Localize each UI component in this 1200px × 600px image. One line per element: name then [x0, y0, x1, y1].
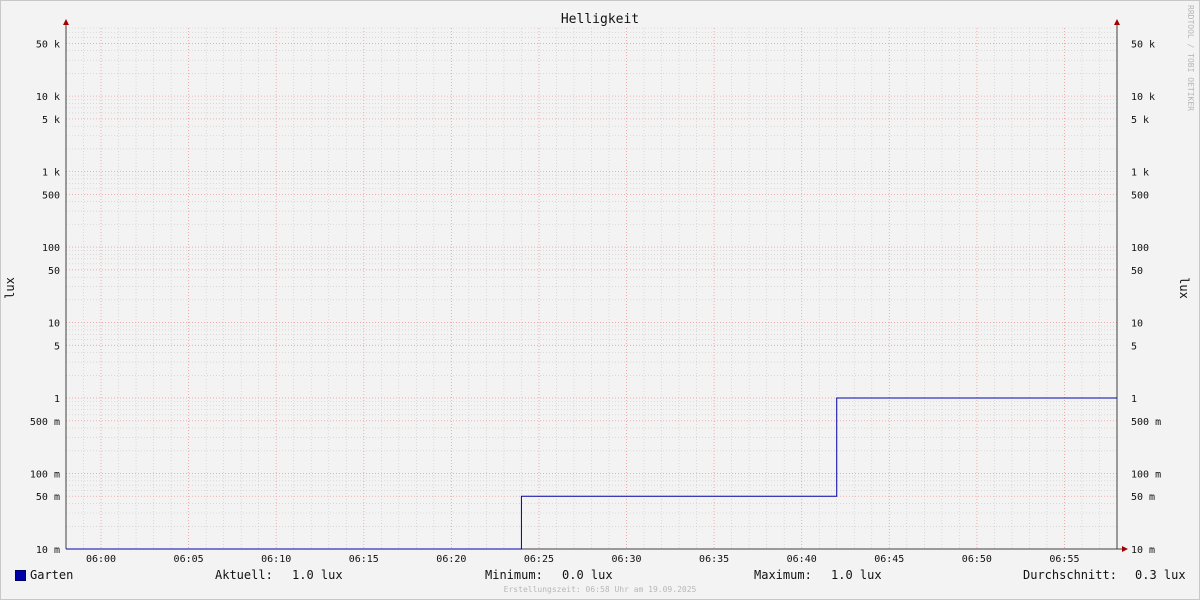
y-axis-label-left: lux — [3, 277, 17, 299]
y-tick-label-left: 500 — [42, 190, 60, 201]
x-tick-label: 06:40 — [787, 554, 817, 565]
legend-current-label: Aktuell: — [215, 568, 273, 582]
y-tick-label-left: 500 m — [30, 417, 60, 428]
legend-max-label: Maximum: — [754, 568, 812, 582]
y-tick-label-right: 50 — [1131, 266, 1143, 277]
x-tick-label: 06:00 — [86, 554, 116, 565]
y-tick-label-left: 50 — [48, 266, 60, 277]
x-tick-label: 06:20 — [436, 554, 466, 565]
y-tick-label-right: 1 — [1131, 394, 1137, 405]
x-tick-label: 06:15 — [349, 554, 379, 565]
x-tick-label: 06:05 — [174, 554, 204, 565]
x-tick-label: 06:50 — [962, 554, 992, 565]
legend-series-name: Garten — [30, 568, 74, 582]
creation-timestamp: Erstellungszeit: 06:58 Uhr am 19.09.2025 — [503, 585, 697, 594]
legend-min-value: 0.0 lux — [562, 568, 613, 582]
legend-avg-value: 0.3 lux — [1135, 568, 1186, 582]
y-tick-label-right: 10 m — [1131, 545, 1155, 556]
y-tick-label-right: 100 — [1131, 243, 1149, 254]
y-tick-label-right: 5 k — [1131, 115, 1149, 126]
x-tick-label: 06:10 — [261, 554, 291, 565]
x-tick-label: 06:45 — [874, 554, 904, 565]
y-tick-label-left: 100 m — [30, 470, 60, 481]
y-axis-label-right: lux — [1177, 277, 1191, 299]
y-tick-label-right: 1 k — [1131, 168, 1149, 179]
y-tick-label-left: 50 k — [36, 39, 60, 50]
y-tick-label-left: 1 — [54, 394, 60, 405]
y-tick-label-left: 5 — [54, 341, 60, 352]
y-tick-label-right: 10 k — [1131, 92, 1155, 103]
legend-max-value: 1.0 lux — [831, 568, 882, 582]
y-tick-label-right: 5 — [1131, 341, 1137, 352]
x-tick-label: 06:35 — [699, 554, 729, 565]
x-tick-label: 06:25 — [524, 554, 554, 565]
y-tick-label-right: 500 — [1131, 190, 1149, 201]
y-tick-label-right: 50 m — [1131, 492, 1155, 503]
y-tick-label-right: 10 — [1131, 319, 1143, 330]
y-tick-label-left: 100 — [42, 243, 60, 254]
legend-min-label: Minimum: — [485, 568, 543, 582]
rrdtool-watermark: RRDTOOL / TOBI OETIKER — [1186, 5, 1195, 111]
y-tick-label-left: 50 m — [36, 492, 60, 503]
x-tick-label: 06:30 — [611, 554, 641, 565]
legend-avg-label: Durchschnitt: — [1023, 568, 1117, 582]
x-axis-arrow — [1122, 546, 1128, 552]
y-tick-label-left: 10 k — [36, 92, 60, 103]
y-tick-label-right: 100 m — [1131, 470, 1161, 481]
legend-current-value: 1.0 lux — [292, 568, 343, 582]
x-tick-label: 06:55 — [1049, 554, 1079, 565]
y-tick-label-right: 50 k — [1131, 39, 1155, 50]
y-tick-label-left: 1 k — [42, 168, 60, 179]
y-axis-arrow-right — [1114, 19, 1120, 25]
legend-color-swatch — [15, 570, 26, 581]
y-tick-label-left: 10 — [48, 319, 60, 330]
chart-title: Helligkeit — [561, 12, 639, 27]
y-tick-label-left: 5 k — [42, 115, 60, 126]
y-tick-label-left: 10 m — [36, 545, 60, 556]
y-axis-arrow-left — [63, 19, 69, 25]
chart-canvas: 06:00 06:05 06:10 06:15 06:20 06:25 06:30 06:35… — [3, 12, 1191, 565]
y-tick-label-right: 500 m — [1131, 417, 1161, 428]
